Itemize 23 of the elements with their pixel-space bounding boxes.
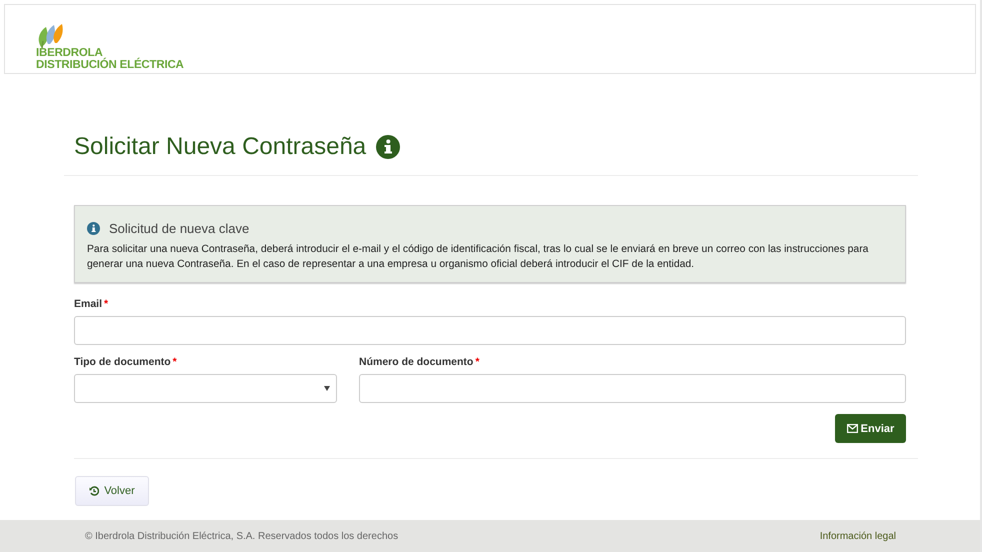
required-mark: * — [475, 356, 480, 368]
logo-text: IBERDROLA — [36, 47, 103, 59]
field-label: Tipo de documento — [74, 356, 171, 368]
envelope-icon — [846, 424, 858, 433]
legal-link[interactable]: Información legal — [820, 530, 896, 542]
required-mark: * — [172, 356, 177, 368]
input-field[interactable] — [74, 316, 906, 345]
copyright-text: © Iberdrola Distribución Eléctrica, S.A. Reservados todos los derechos — [85, 530, 398, 542]
field-label: Número de documento — [359, 356, 474, 368]
info-icon[interactable] — [376, 135, 400, 159]
history-icon — [89, 486, 100, 496]
caret-icon — [324, 386, 330, 391]
field-label: Email — [74, 298, 102, 310]
notice-title: Solicitud de nueva clave — [109, 221, 250, 236]
dropdown-field[interactable] — [74, 374, 337, 403]
send-button[interactable]: Enviar — [835, 414, 906, 443]
logo-text: DISTRIBUCIÓN ELÉCTRICA — [36, 59, 184, 71]
input-field[interactable] — [359, 374, 906, 403]
required-mark: * — [104, 298, 108, 310]
back-button[interactable]: Volver — [75, 476, 149, 506]
notice-text: Para solicitar una nueva Contraseña, deberá introducir el e-mail y el código de identificación fiscal, tras lo cual se le enviará en breve un correo con las instrucciones para generar una nueva Contraseña. En el caso de representar a una empresa u organismo oficial deberá introducir el CIF de la entidad. — [87, 243, 870, 272]
page-title: Solicitar Nueva Contraseña — [74, 132, 366, 162]
info-icon — [87, 222, 100, 235]
